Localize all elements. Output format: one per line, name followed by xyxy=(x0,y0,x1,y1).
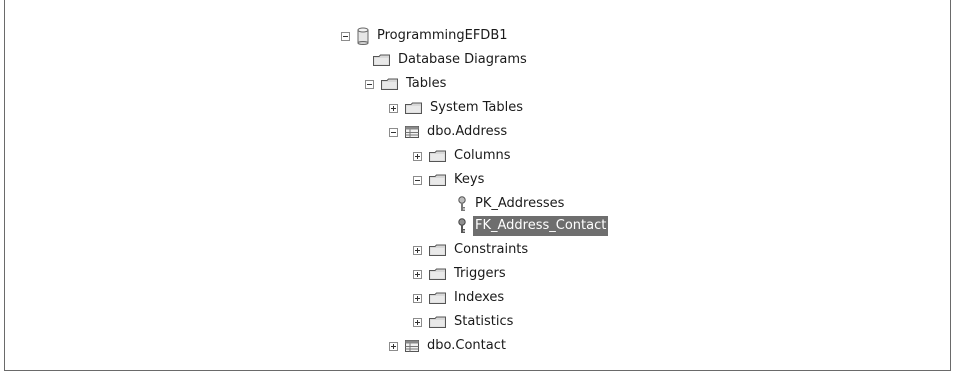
folder-icon xyxy=(405,102,422,114)
tree-label-contact-table[interactable]: dbo.Contact xyxy=(425,336,508,356)
tree-label-database[interactable]: ProgrammingEFDB1 xyxy=(375,26,510,46)
database-icon xyxy=(357,27,369,45)
tree-node-fk-address-contact[interactable]: FK_Address_Contact xyxy=(457,216,609,236)
tree-label-fk-address-contact[interactable]: FK_Address_Contact xyxy=(473,216,609,236)
folder-icon xyxy=(429,268,446,280)
tree-node-system-tables[interactable]: System Tables xyxy=(389,98,525,118)
tree-node-indexes[interactable]: Indexes xyxy=(413,288,506,308)
object-explorer-panel: ProgrammingEFDB1 Database Diagrams Table… xyxy=(4,0,951,371)
expand-icon[interactable] xyxy=(413,269,422,279)
tree-node-triggers[interactable]: Triggers xyxy=(413,264,508,284)
tree-node-contact-table[interactable]: dbo.Contact xyxy=(389,336,508,356)
expand-icon[interactable] xyxy=(413,151,422,161)
folder-icon xyxy=(373,54,390,66)
folder-icon xyxy=(429,174,446,186)
tree-label-triggers[interactable]: Triggers xyxy=(452,264,508,284)
key-icon xyxy=(458,218,466,233)
tree-label-keys[interactable]: Keys xyxy=(452,170,486,190)
tree-label-address-table[interactable]: dbo.Address xyxy=(425,122,509,142)
collapse-icon[interactable] xyxy=(413,175,422,185)
expand-icon[interactable] xyxy=(413,245,422,255)
tree-label-constraints[interactable]: Constraints xyxy=(452,240,530,260)
tree-node-tables[interactable]: Tables xyxy=(365,74,448,94)
table-icon xyxy=(405,340,419,352)
collapse-icon[interactable] xyxy=(389,127,398,137)
tree-node-columns[interactable]: Columns xyxy=(413,146,513,166)
tree-node-address-table[interactable]: dbo.Address xyxy=(389,122,509,142)
expand-icon[interactable] xyxy=(389,103,398,113)
folder-icon xyxy=(429,316,446,328)
folder-icon xyxy=(429,150,446,162)
collapse-icon[interactable] xyxy=(365,79,374,89)
tree-label-indexes[interactable]: Indexes xyxy=(452,288,506,308)
expand-icon[interactable] xyxy=(413,293,422,303)
folder-icon xyxy=(381,78,398,90)
folder-icon xyxy=(429,292,446,304)
tree-label-statistics[interactable]: Statistics xyxy=(452,312,515,332)
tree-node-database-diagrams[interactable]: Database Diagrams xyxy=(357,50,529,70)
table-icon xyxy=(405,126,419,138)
folder-icon xyxy=(429,244,446,256)
collapse-icon[interactable] xyxy=(341,31,350,41)
expand-icon[interactable] xyxy=(413,317,422,327)
expand-icon[interactable] xyxy=(389,341,398,351)
tree-node-keys[interactable]: Keys xyxy=(413,170,486,190)
tree-label-columns[interactable]: Columns xyxy=(452,146,513,166)
key-icon xyxy=(458,196,466,211)
tree-label-database-diagrams[interactable]: Database Diagrams xyxy=(396,50,529,70)
tree-node-constraints[interactable]: Constraints xyxy=(413,240,530,260)
tree-label-system-tables[interactable]: System Tables xyxy=(428,98,525,118)
tree-node-statistics[interactable]: Statistics xyxy=(413,312,515,332)
tree-label-tables[interactable]: Tables xyxy=(404,74,448,94)
tree-label-pk-addresses[interactable]: PK_Addresses xyxy=(473,194,566,214)
tree-node-database[interactable]: ProgrammingEFDB1 xyxy=(341,26,510,46)
tree-node-pk-addresses[interactable]: PK_Addresses xyxy=(457,194,566,214)
